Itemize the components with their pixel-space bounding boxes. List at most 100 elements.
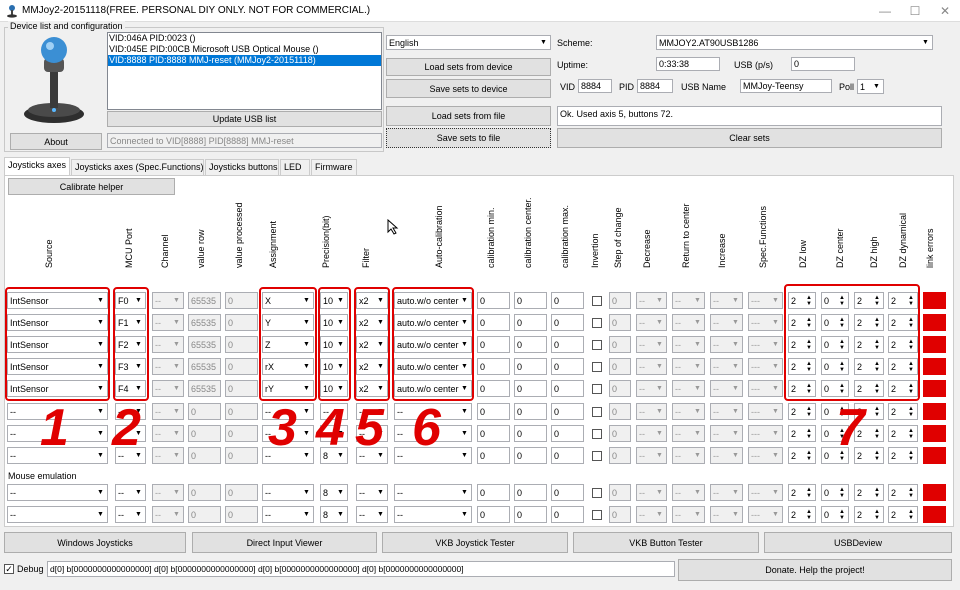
save-to-device-button[interactable]: Save sets to device bbox=[386, 79, 551, 98]
cmin-field[interactable]: 0 bbox=[477, 506, 510, 523]
inc-select[interactable]: -- ▼ bbox=[710, 425, 743, 442]
spec-select[interactable]: --- ▼ bbox=[748, 336, 783, 353]
inc-select[interactable]: -- ▼ bbox=[710, 447, 743, 464]
usb-name-input[interactable]: MMJoy-Teensy bbox=[740, 79, 832, 93]
spec-select[interactable]: --- ▼ bbox=[748, 447, 783, 464]
tab-joysticks-axes-spec[interactable]: Joysticks axes (Spec.Functions) bbox=[71, 159, 204, 175]
channel-select[interactable]: -- ▼ bbox=[152, 403, 184, 420]
cmax-field[interactable]: 0 bbox=[551, 447, 584, 464]
channel-select[interactable]: -- ▼ bbox=[152, 358, 184, 375]
tab-joysticks-buttons[interactable]: Joysticks buttons bbox=[205, 159, 279, 175]
calibrate-helper-button[interactable]: Calibrate helper bbox=[8, 178, 175, 195]
dzd-stepper[interactable]: 2 ▲ ▼ bbox=[888, 484, 918, 501]
load-from-file-button[interactable]: Load sets from file bbox=[386, 106, 551, 126]
cmax-field[interactable]: 0 bbox=[551, 506, 584, 523]
dec-select[interactable]: -- ▼ bbox=[636, 484, 667, 501]
port-select[interactable]: -- ▼ bbox=[115, 484, 146, 501]
inc-select[interactable]: -- ▼ bbox=[710, 292, 743, 309]
usbdeview-button[interactable]: USBDeview bbox=[764, 532, 952, 553]
invert-checkbox[interactable] bbox=[592, 296, 602, 306]
channel-select[interactable]: -- ▼ bbox=[152, 292, 184, 309]
port-select[interactable]: -- ▼ bbox=[115, 506, 146, 523]
cmin-field[interactable]: 0 bbox=[477, 336, 510, 353]
dzc-stepper[interactable]: 0 ▲ ▼ bbox=[821, 506, 849, 523]
minimize-button[interactable]: — bbox=[870, 0, 900, 22]
pid-input[interactable]: 8884 bbox=[637, 79, 673, 93]
spec-select[interactable]: --- ▼ bbox=[748, 358, 783, 375]
ret-select[interactable]: -- ▼ bbox=[672, 292, 705, 309]
invert-checkbox[interactable] bbox=[592, 384, 602, 394]
inc-select[interactable]: -- ▼ bbox=[710, 506, 743, 523]
filter-select[interactable]: -- ▼ bbox=[356, 484, 388, 501]
cmin-field[interactable]: 0 bbox=[477, 292, 510, 309]
invert-checkbox[interactable] bbox=[592, 488, 602, 498]
channel-select[interactable]: -- ▼ bbox=[152, 484, 184, 501]
channel-select[interactable]: -- ▼ bbox=[152, 447, 184, 464]
channel-select[interactable]: -- ▼ bbox=[152, 336, 184, 353]
device-item[interactable]: VID:046A PID:0023 () bbox=[108, 33, 381, 44]
cmax-field[interactable]: 0 bbox=[551, 358, 584, 375]
ccen-field[interactable]: 0 bbox=[514, 403, 547, 420]
windows-joysticks-button[interactable]: Windows Joysticks bbox=[4, 532, 186, 553]
inc-select[interactable]: -- ▼ bbox=[710, 484, 743, 501]
cmin-field[interactable]: 0 bbox=[477, 484, 510, 501]
dec-select[interactable]: -- ▼ bbox=[636, 380, 667, 397]
invert-checkbox[interactable] bbox=[592, 429, 602, 439]
cmin-field[interactable]: 0 bbox=[477, 358, 510, 375]
spec-select[interactable]: --- ▼ bbox=[748, 292, 783, 309]
cmin-field[interactable]: 0 bbox=[477, 425, 510, 442]
close-button[interactable]: ✕ bbox=[930, 0, 960, 22]
update-usb-button[interactable]: Update USB list bbox=[107, 111, 382, 127]
invert-checkbox[interactable] bbox=[592, 451, 602, 461]
device-item-selected[interactable]: VID:8888 PID:8888 MMJ-reset (MMJoy2-2015… bbox=[108, 55, 381, 66]
clear-sets-button[interactable]: Clear sets bbox=[557, 128, 942, 148]
inc-select[interactable]: -- ▼ bbox=[710, 403, 743, 420]
dec-select[interactable]: -- ▼ bbox=[636, 403, 667, 420]
device-item[interactable]: VID:045E PID:00CB Microsoft USB Optical … bbox=[108, 44, 381, 55]
scheme-select[interactable]: MMJOY2.AT90USB1286 ▼ bbox=[656, 35, 933, 50]
ccen-field[interactable]: 0 bbox=[514, 447, 547, 464]
tab-joysticks-axes[interactable]: Joysticks axes bbox=[4, 157, 70, 176]
cmax-field[interactable]: 0 bbox=[551, 292, 584, 309]
assign-select[interactable]: -- ▼ bbox=[262, 506, 314, 523]
cmax-field[interactable]: 0 bbox=[551, 336, 584, 353]
donate-button[interactable]: Donate. Help the project! bbox=[678, 559, 952, 581]
channel-select[interactable]: -- ▼ bbox=[152, 506, 184, 523]
save-to-file-button[interactable]: Save sets to file bbox=[386, 128, 551, 148]
dzh-stepper[interactable]: 2 ▲ ▼ bbox=[854, 484, 884, 501]
vkb-button-tester-button[interactable]: VKB Button Tester bbox=[573, 532, 759, 553]
cmin-field[interactable]: 0 bbox=[477, 447, 510, 464]
inc-select[interactable]: -- ▼ bbox=[710, 380, 743, 397]
spec-select[interactable]: --- ▼ bbox=[748, 484, 783, 501]
dec-select[interactable]: -- ▼ bbox=[636, 358, 667, 375]
spec-select[interactable]: --- ▼ bbox=[748, 425, 783, 442]
dec-select[interactable]: -- ▼ bbox=[636, 314, 667, 331]
ccen-field[interactable]: 0 bbox=[514, 358, 547, 375]
ret-select[interactable]: -- ▼ bbox=[672, 314, 705, 331]
dec-select[interactable]: -- ▼ bbox=[636, 506, 667, 523]
cmin-field[interactable]: 0 bbox=[477, 380, 510, 397]
channel-select[interactable]: -- ▼ bbox=[152, 425, 184, 442]
device-list[interactable]: VID:046A PID:0023 () VID:045E PID:00CB M… bbox=[107, 32, 382, 110]
spec-select[interactable]: --- ▼ bbox=[748, 403, 783, 420]
cmax-field[interactable]: 0 bbox=[551, 484, 584, 501]
source-select[interactable]: -- ▼ bbox=[7, 484, 108, 501]
prec-select[interactable]: 8 ▼ bbox=[320, 484, 348, 501]
debug-checkbox[interactable]: ✓ bbox=[4, 564, 14, 574]
channel-select[interactable]: -- ▼ bbox=[152, 314, 184, 331]
ccen-field[interactable]: 0 bbox=[514, 292, 547, 309]
dzd-stepper[interactable]: 2 ▲ ▼ bbox=[888, 425, 918, 442]
invert-checkbox[interactable] bbox=[592, 510, 602, 520]
cmax-field[interactable]: 0 bbox=[551, 425, 584, 442]
source-select[interactable]: -- ▼ bbox=[7, 506, 108, 523]
inc-select[interactable]: -- ▼ bbox=[710, 336, 743, 353]
ccen-field[interactable]: 0 bbox=[514, 506, 547, 523]
ccen-field[interactable]: 0 bbox=[514, 336, 547, 353]
ccen-field[interactable]: 0 bbox=[514, 314, 547, 331]
filter-select[interactable]: -- ▼ bbox=[356, 506, 388, 523]
spec-select[interactable]: --- ▼ bbox=[748, 380, 783, 397]
dzc-stepper[interactable]: 0 ▲ ▼ bbox=[821, 484, 849, 501]
dzl-stepper[interactable]: 2 ▲ ▼ bbox=[788, 425, 816, 442]
assign-select[interactable]: -- ▼ bbox=[262, 484, 314, 501]
tab-led[interactable]: LED bbox=[280, 159, 310, 175]
